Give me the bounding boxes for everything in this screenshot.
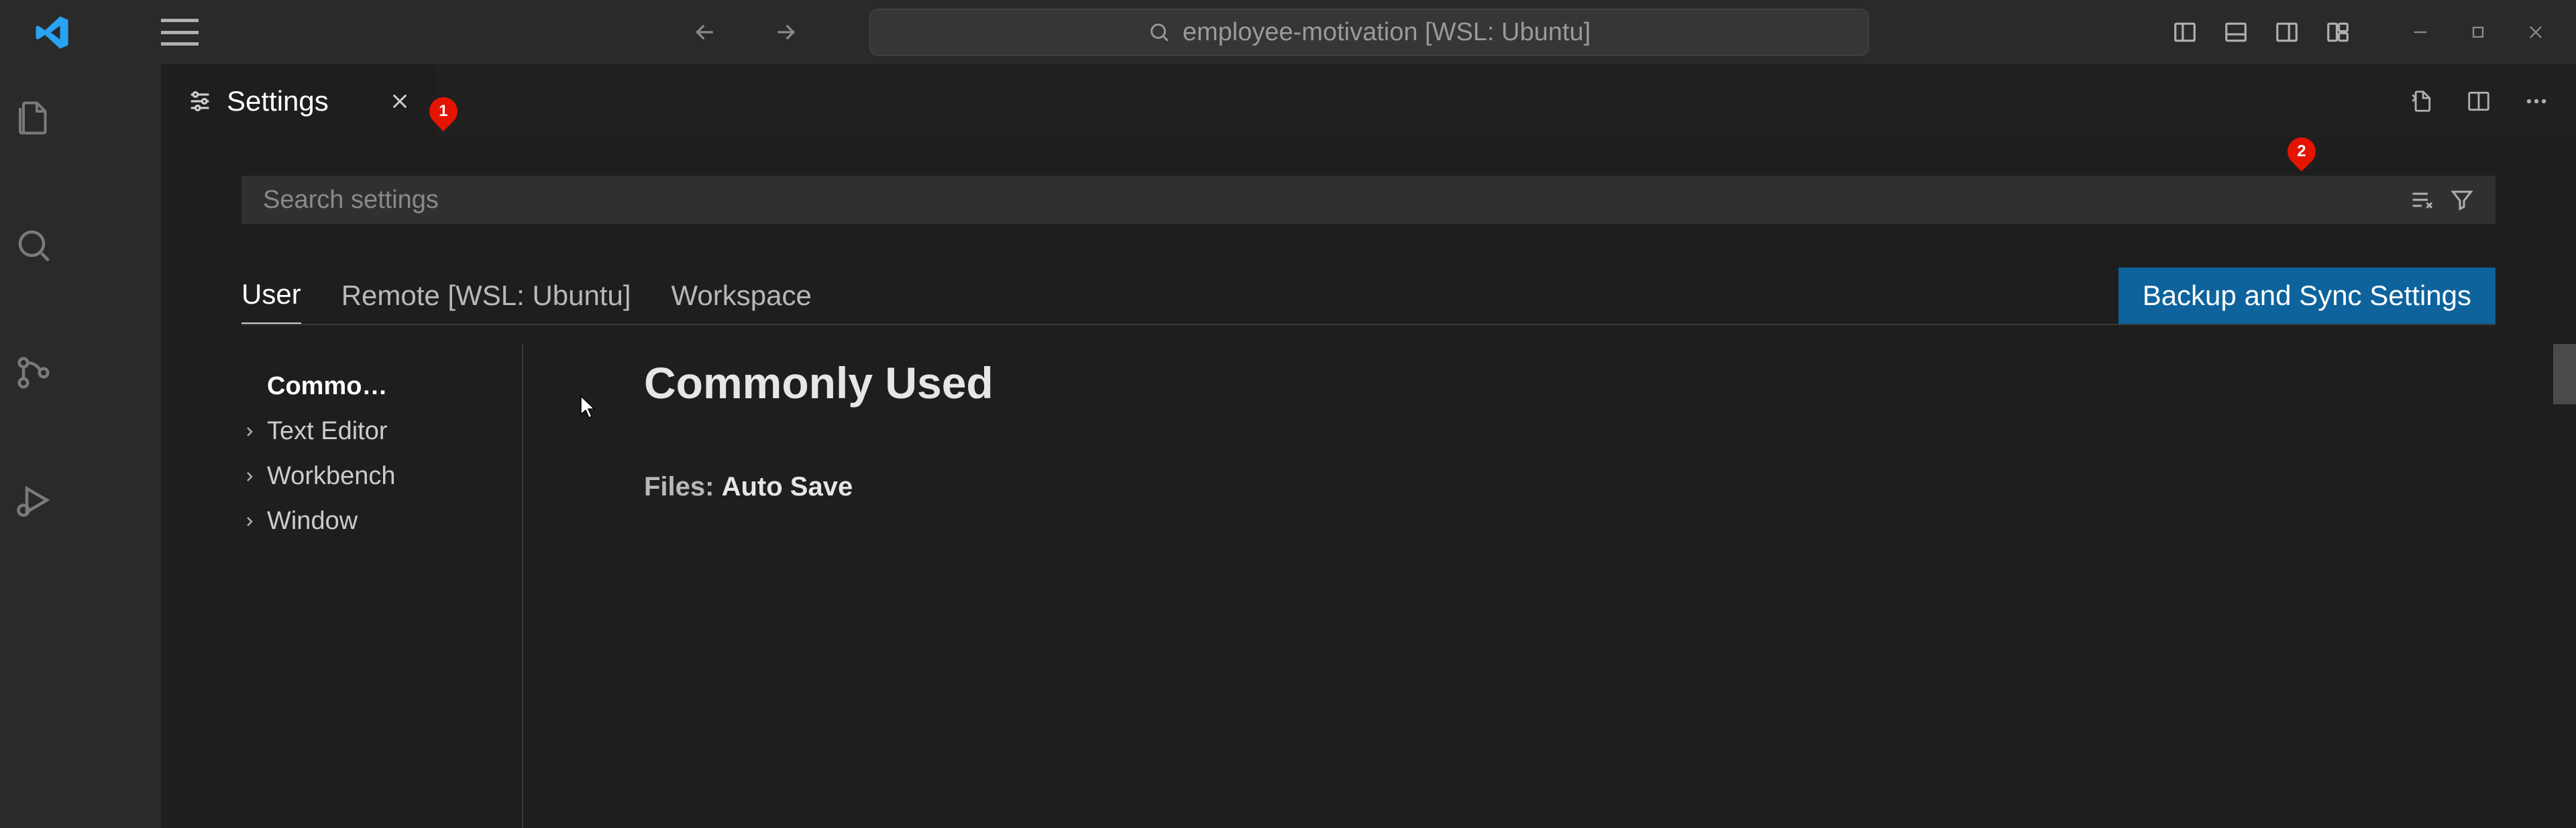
layout-controls (2172, 19, 2563, 45)
command-center-text: employee-motivation [WSL: Ubuntu] (1183, 18, 1591, 47)
toggle-panel-icon[interactable] (2223, 19, 2249, 45)
setting-prefix: Files: (644, 472, 722, 501)
title-bar: employee-motivation [WSL: Ubuntu] (0, 0, 2576, 64)
editor-actions (2408, 64, 2576, 138)
setting-files-autosave[interactable]: Files: Auto Save (644, 472, 2576, 502)
scope-tab-user[interactable]: User (241, 278, 301, 324)
settings-search[interactable] (241, 176, 2496, 224)
toc-commonly-used[interactable]: Commo… (241, 364, 522, 409)
settings-search-input[interactable] (263, 186, 2394, 215)
activity-bar (0, 64, 67, 828)
vscode-logo-icon (34, 14, 70, 51)
tabbar-spacer (436, 64, 2408, 138)
window-controls (2411, 23, 2545, 42)
toc-window[interactable]: Window (241, 499, 522, 544)
tab-settings[interactable]: Settings (161, 64, 436, 138)
scope-tab-workspace[interactable]: Workspace (672, 280, 812, 324)
nav-back-icon[interactable] (692, 19, 718, 46)
settings-scope-tabs: User Remote [WSL: Ubuntu] Workspace Back… (241, 268, 2496, 324)
settings-editor: User Remote [WSL: Ubuntu] Workspace Back… (161, 138, 2576, 828)
toc-label: Text Editor (267, 417, 388, 446)
nav-arrows (692, 19, 799, 46)
toc-label: Workbench (267, 462, 396, 491)
editor-column: Settings User Remote [WSL: Ubuntu] Works… (161, 64, 2576, 828)
backup-sync-button[interactable]: Backup and Sync Settings (2118, 268, 2496, 324)
menu-icon[interactable] (161, 19, 199, 46)
setting-name: Auto Save (722, 472, 853, 501)
toggle-primary-sidebar-icon[interactable] (2172, 19, 2198, 45)
clear-search-icon[interactable] (2410, 188, 2434, 212)
settings-content: Commonly Used Files: Auto Save (523, 344, 2576, 828)
toggle-secondary-sidebar-icon[interactable] (2274, 19, 2300, 45)
run-debug-icon[interactable] (13, 480, 54, 520)
settings-toc: Commo… Text Editor Workbench Window (161, 344, 523, 828)
maximize-icon[interactable] (2469, 23, 2487, 42)
scope-divider (241, 324, 2496, 325)
chevron-right-icon (241, 514, 258, 530)
customize-layout-icon[interactable] (2325, 19, 2351, 45)
tab-bar: Settings (161, 64, 2576, 138)
nav-forward-icon[interactable] (772, 19, 799, 46)
chevron-right-icon (241, 424, 258, 440)
section-title: Commonly Used (644, 357, 2576, 408)
toc-label: Commo… (267, 372, 387, 401)
main-area: Settings User Remote [WSL: Ubuntu] Works… (0, 64, 2576, 828)
more-actions-icon[interactable] (2524, 88, 2549, 114)
split-editor-icon[interactable] (2466, 88, 2491, 114)
tab-close-icon[interactable] (389, 91, 411, 112)
open-settings-json-icon[interactable] (2408, 88, 2434, 114)
chevron-right-icon (241, 469, 258, 485)
toc-workbench[interactable]: Workbench (241, 454, 522, 499)
source-control-icon[interactable] (13, 353, 54, 393)
search-icon (1148, 21, 1171, 44)
explorer-icon[interactable] (13, 98, 54, 138)
close-icon[interactable] (2526, 23, 2545, 42)
search-activity-icon[interactable] (13, 225, 54, 265)
scope-tab-remote[interactable]: Remote [WSL: Ubuntu] (341, 280, 631, 324)
toc-text-editor[interactable]: Text Editor (241, 409, 522, 454)
toc-label: Window (267, 507, 358, 536)
filter-icon[interactable] (2450, 188, 2474, 212)
scrollbar-thumb[interactable] (2553, 344, 2576, 404)
settings-content-area: Commo… Text Editor Workbench Window (161, 344, 2576, 828)
settings-sliders-icon (186, 88, 213, 115)
command-center[interactable]: employee-motivation [WSL: Ubuntu] (869, 9, 1869, 56)
minimize-icon[interactable] (2411, 23, 2430, 42)
tab-label: Settings (227, 85, 329, 117)
